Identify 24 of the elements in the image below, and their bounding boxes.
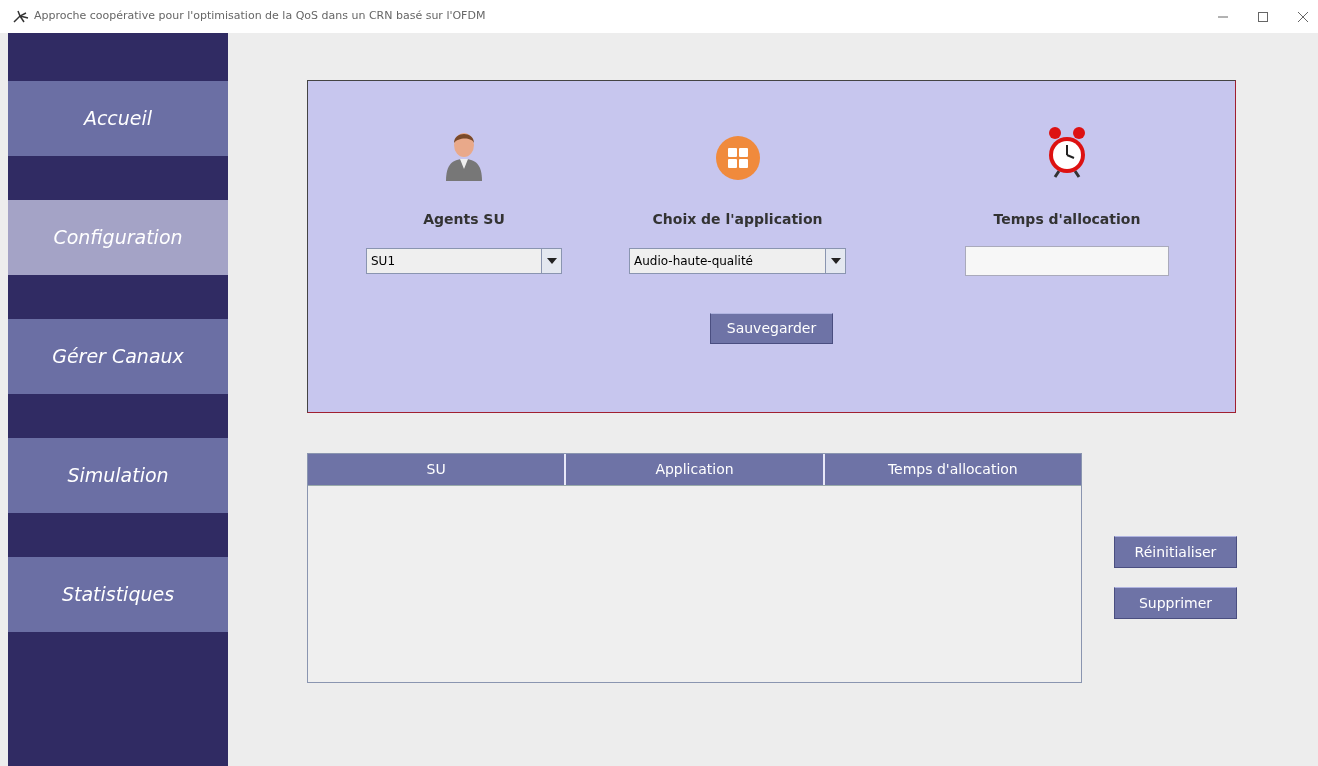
action-button[interactable]: Supprimer xyxy=(1114,587,1237,619)
close-icon[interactable] xyxy=(1298,11,1308,22)
input-field[interactable] xyxy=(965,246,1169,276)
column-header[interactable]: Temps d'allocation xyxy=(822,454,1081,485)
dropdown[interactable]: Audio-haute-qualité xyxy=(629,248,846,274)
sidebar-item[interactable]: Gérer Canaux xyxy=(8,319,228,394)
caret-icon xyxy=(830,258,841,264)
app-icon xyxy=(12,9,30,24)
window-title: Approche coopérative pour l'optimisation de la QoS dans un CRN basé sur l'OFDM xyxy=(34,8,486,25)
field-label: Agents SU xyxy=(423,210,505,229)
field-label: Temps d'allocation xyxy=(993,210,1141,229)
dropdown[interactable]: SU1 xyxy=(366,248,562,274)
sidebar-item[interactable]: Statistiques xyxy=(8,557,228,632)
grid-icon xyxy=(714,135,761,181)
column-header[interactable]: SU xyxy=(308,454,565,485)
save-button[interactable]: Sauvegarder xyxy=(710,313,833,344)
caret-icon xyxy=(546,258,557,264)
maximize-icon[interactable] xyxy=(1258,11,1268,22)
sidebar-item[interactable]: Accueil xyxy=(8,81,228,156)
action-button[interactable]: Réinitialiser xyxy=(1114,536,1237,568)
field-label: Choix de l'application xyxy=(652,210,823,229)
column-header[interactable]: Application xyxy=(564,454,823,485)
sidebar-item[interactable]: Configuration xyxy=(8,200,228,275)
sidebar-item[interactable]: Simulation xyxy=(8,438,228,513)
